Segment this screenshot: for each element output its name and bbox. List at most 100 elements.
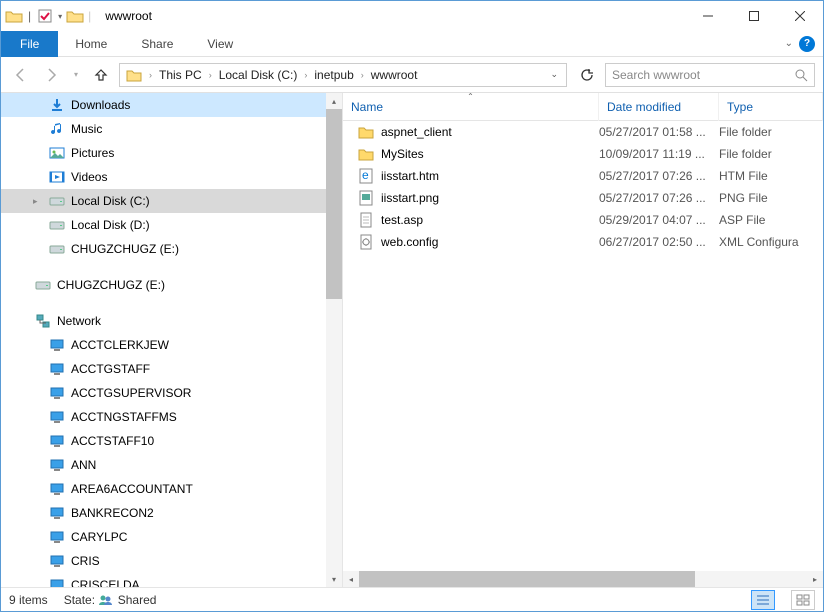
computer-icon — [48, 385, 66, 401]
scrollbar-track[interactable] — [359, 571, 807, 587]
tree-item[interactable]: CHUGZCHUGZ (E:) — [1, 273, 342, 297]
drive-icon — [34, 277, 52, 293]
thumbnails-view-button[interactable] — [791, 590, 815, 610]
tree-label: AREA6ACCOUNTANT — [71, 482, 193, 496]
tab-home[interactable]: Home — [58, 31, 124, 57]
status-state: State: Shared — [64, 593, 157, 607]
folder-icon — [5, 9, 23, 23]
computer-icon — [48, 409, 66, 425]
file-row[interactable]: aspnet_client05/27/2017 01:58 ...File fo… — [343, 121, 823, 143]
status-items: 9 items — [9, 593, 48, 607]
close-button[interactable] — [777, 1, 823, 31]
computer-icon — [48, 433, 66, 449]
forward-button[interactable] — [39, 63, 63, 87]
scroll-left-icon[interactable]: ◂ — [343, 571, 359, 587]
tree-item[interactable]: Pictures — [1, 141, 342, 165]
quick-check-icon[interactable] — [36, 9, 54, 23]
tree-item[interactable]: Downloads — [1, 93, 342, 117]
config-icon — [357, 234, 375, 250]
scroll-down-icon[interactable]: ▾ — [326, 571, 342, 587]
expand-icon[interactable]: ▸ — [33, 196, 43, 207]
scrollbar-horizontal[interactable]: ◂ ▸ — [343, 571, 823, 587]
tree-label: CHUGZCHUGZ (E:) — [71, 242, 179, 256]
back-button[interactable] — [9, 63, 33, 87]
tree-item[interactable]: Network — [1, 309, 342, 333]
file-name: web.config — [381, 235, 438, 249]
column-date[interactable]: Date modified — [599, 93, 719, 121]
scrollbar-thumb[interactable] — [326, 109, 342, 299]
tree-item[interactable]: ACCTCLERKJEW — [1, 333, 342, 357]
quick-dropdown-icon[interactable]: ▾ — [56, 12, 64, 21]
tree-item[interactable]: CARYLPC — [1, 525, 342, 549]
file-row[interactable]: iisstart.png05/27/2017 07:26 ...PNG File — [343, 187, 823, 209]
file-name: iisstart.png — [381, 191, 439, 205]
breadcrumb-seg[interactable]: Local Disk (C:) — [215, 64, 302, 86]
tree-label: ACCTNGSTAFFMS — [71, 410, 177, 424]
tree-label: ACCTGSUPERVISOR — [71, 386, 191, 400]
file-row[interactable]: MySites10/09/2017 11:19 ...File folder — [343, 143, 823, 165]
tree-item[interactable]: ACCTGSTAFF — [1, 357, 342, 381]
tab-file[interactable]: File — [1, 31, 58, 57]
tree-item[interactable]: ANN — [1, 453, 342, 477]
computer-icon — [48, 481, 66, 497]
file-list[interactable]: aspnet_client05/27/2017 01:58 ...File fo… — [343, 121, 823, 571]
quick-btn[interactable]: | — [25, 9, 34, 23]
tree-item[interactable]: BANKRECON2 — [1, 501, 342, 525]
tree-item[interactable]: Local Disk (D:) — [1, 213, 342, 237]
scroll-up-icon[interactable]: ▴ — [326, 93, 342, 109]
titlebar: | ▾ | wwwroot — [1, 1, 823, 31]
computer-icon — [48, 337, 66, 353]
file-name: aspnet_client — [381, 125, 452, 139]
file-name: test.asp — [381, 213, 423, 227]
chevron-down-icon[interactable]: ⌄ — [544, 69, 564, 80]
details-view-button[interactable] — [751, 590, 775, 610]
tree-item[interactable]: ▸Local Disk (C:) — [1, 189, 342, 213]
tree-item[interactable]: ACCTSTAFF10 — [1, 429, 342, 453]
column-name[interactable]: Name ⌃ — [343, 93, 599, 121]
scrollbar-thumb[interactable] — [359, 571, 695, 587]
chevron-right-icon[interactable]: › — [206, 70, 215, 80]
main: DownloadsMusicPicturesVideos▸Local Disk … — [1, 93, 823, 587]
chevron-right-icon[interactable]: › — [146, 70, 155, 80]
window-controls — [685, 1, 823, 31]
refresh-button[interactable] — [575, 64, 599, 86]
minimize-button[interactable] — [685, 1, 731, 31]
tab-view[interactable]: View — [190, 31, 250, 57]
file-type: XML Configura — [719, 235, 823, 249]
tree-item[interactable]: Music — [1, 117, 342, 141]
recent-dropdown[interactable]: ▾ — [69, 63, 83, 87]
tree-item[interactable]: ACCTGSUPERVISOR — [1, 381, 342, 405]
maximize-button[interactable] — [731, 1, 777, 31]
svg-text:e: e — [362, 168, 369, 182]
file-type: PNG File — [719, 191, 823, 205]
tree-item[interactable]: Videos — [1, 165, 342, 189]
tree-label: Network — [57, 314, 101, 328]
file-row[interactable]: test.asp05/29/2017 04:07 ...ASP File — [343, 209, 823, 231]
scrollbar-vertical[interactable]: ▴ ▾ — [326, 93, 342, 587]
breadcrumb-seg[interactable]: inetpub — [310, 64, 357, 86]
navigation-pane[interactable]: DownloadsMusicPicturesVideos▸Local Disk … — [1, 93, 343, 587]
column-type[interactable]: Type — [719, 93, 823, 121]
help-icon[interactable]: ? — [799, 36, 815, 52]
tree-item[interactable]: CHUGZCHUGZ (E:) — [1, 237, 342, 261]
file-name: MySites — [381, 147, 424, 161]
chevron-right-icon[interactable]: › — [301, 70, 310, 80]
breadcrumb-root-icon[interactable] — [122, 64, 146, 86]
file-row[interactable]: web.config06/27/2017 02:50 ...XML Config… — [343, 231, 823, 253]
breadcrumb-seg[interactable]: This PC — [155, 64, 206, 86]
tree-item[interactable]: CRIS — [1, 549, 342, 573]
file-row[interactable]: eiisstart.htm05/27/2017 07:26 ...HTM Fil… — [343, 165, 823, 187]
tab-share[interactable]: Share — [124, 31, 190, 57]
scroll-right-icon[interactable]: ▸ — [807, 571, 823, 587]
tree-item[interactable]: ACCTNGSTAFFMS — [1, 405, 342, 429]
breadcrumb[interactable]: › This PC › Local Disk (C:) › inetpub › … — [119, 63, 567, 87]
search-input[interactable]: Search wwwroot — [605, 63, 815, 87]
breadcrumb-seg[interactable]: wwwroot — [367, 64, 422, 86]
chevron-right-icon[interactable]: › — [358, 70, 367, 80]
tree-item[interactable]: CRISCELDA — [1, 573, 342, 587]
tree-label: Pictures — [71, 146, 114, 160]
tree-label: BANKRECON2 — [71, 506, 154, 520]
up-button[interactable] — [89, 63, 113, 87]
tree-item[interactable]: AREA6ACCOUNTANT — [1, 477, 342, 501]
chevron-down-icon[interactable]: ⌄ — [785, 38, 793, 49]
